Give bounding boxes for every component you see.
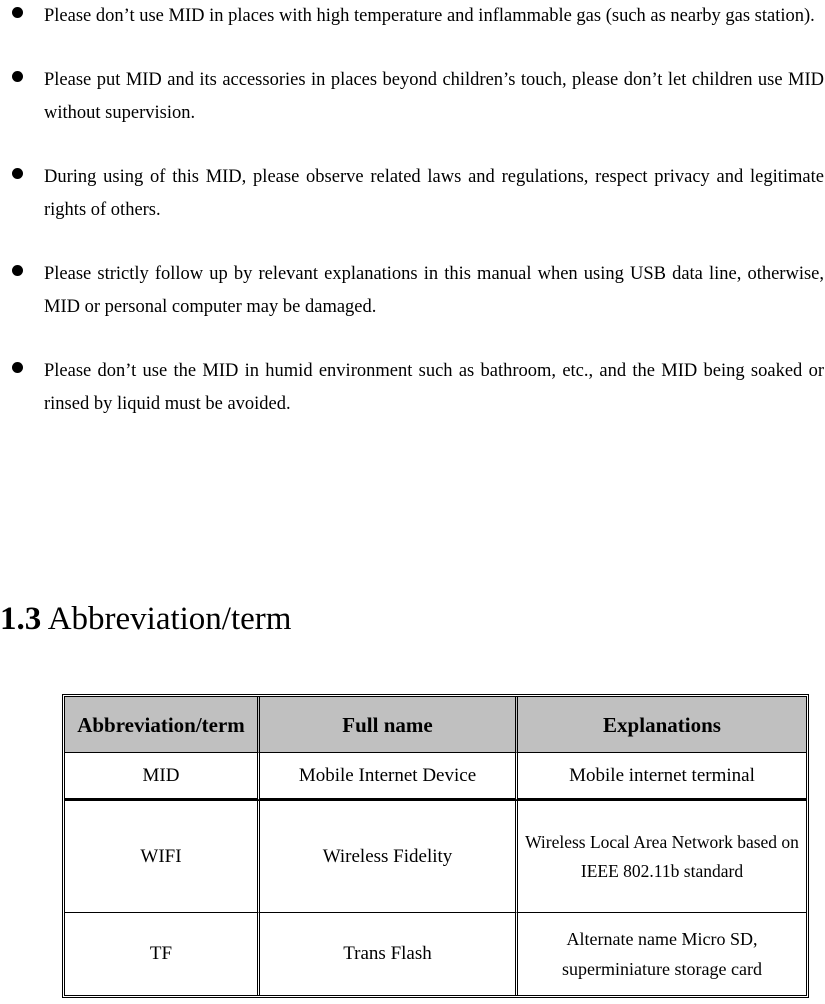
list-item-text: Please don’t use MID in places with high… (44, 6, 815, 26)
bullet-dot-icon (12, 265, 23, 276)
cell-abbreviation: MID (65, 753, 260, 801)
table-row: MID Mobile Internet Device Mobile intern… (65, 753, 806, 801)
table-header-row: Abbreviation/term Full name Explanations (65, 697, 806, 753)
safety-notes-list: Please don’t use MID in places with high… (0, 0, 825, 421)
section-heading: 1.3 Abbreviation/term (0, 598, 291, 640)
list-item: During using of this MID, please observe… (0, 161, 825, 227)
cell-explanation: Alternate name Micro SD, superminiature … (562, 929, 762, 979)
cell-full-name: Mobile Internet Device (260, 753, 518, 801)
bullet-dot-icon (12, 168, 23, 179)
cell-explanation: Mobile internet terminal (518, 753, 806, 801)
cell-full-name: Wireless Fidelity (260, 801, 518, 913)
table-row: TF Trans Flash Alternate name Micro SD, … (65, 913, 806, 995)
table-header: Abbreviation/term Full name Explanations (65, 697, 806, 753)
abbreviation-table: Abbreviation/term Full name Explanations… (62, 694, 809, 998)
list-item: Please strictly follow up by relevant ex… (0, 258, 825, 324)
list-item-text: Please strictly follow up by relevant ex… (44, 264, 824, 317)
list-item-text: Please don’t use the MID in humid enviro… (44, 361, 824, 414)
column-header-explanations: Explanations (518, 697, 806, 753)
list-item: Please don’t use the MID in humid enviro… (0, 355, 825, 421)
cell-abbreviation: WIFI (65, 801, 260, 913)
abbreviation-table-container: Abbreviation/term Full name Explanations… (62, 694, 809, 998)
bullet-dot-icon (12, 362, 23, 373)
list-item-text: Please put MID and its accessories in pl… (44, 70, 824, 123)
column-header-abbreviation: Abbreviation/term (65, 697, 260, 753)
cell-abbreviation: TF (65, 913, 260, 995)
bullet-dot-icon (12, 71, 23, 82)
cell-explanation: Wireless Local Area Network based on IEE… (518, 801, 806, 913)
cell-full-name: Trans Flash (260, 913, 518, 995)
column-header-full-name: Full name (260, 697, 518, 753)
page-title: Abbreviation/term (47, 601, 292, 637)
list-item: Please don’t use MID in places with high… (0, 0, 825, 33)
table-row: WIFI Wireless Fidelity Wireless Local Ar… (65, 801, 806, 913)
table-body: MID Mobile Internet Device Mobile intern… (65, 753, 806, 995)
bullet-dot-icon (12, 7, 23, 18)
document-page: Please don’t use MID in places with high… (0, 0, 825, 1004)
section-number: 1.3 (0, 601, 42, 637)
list-item: Please put MID and its accessories in pl… (0, 64, 825, 130)
list-item-text: During using of this MID, please observe… (44, 167, 824, 220)
